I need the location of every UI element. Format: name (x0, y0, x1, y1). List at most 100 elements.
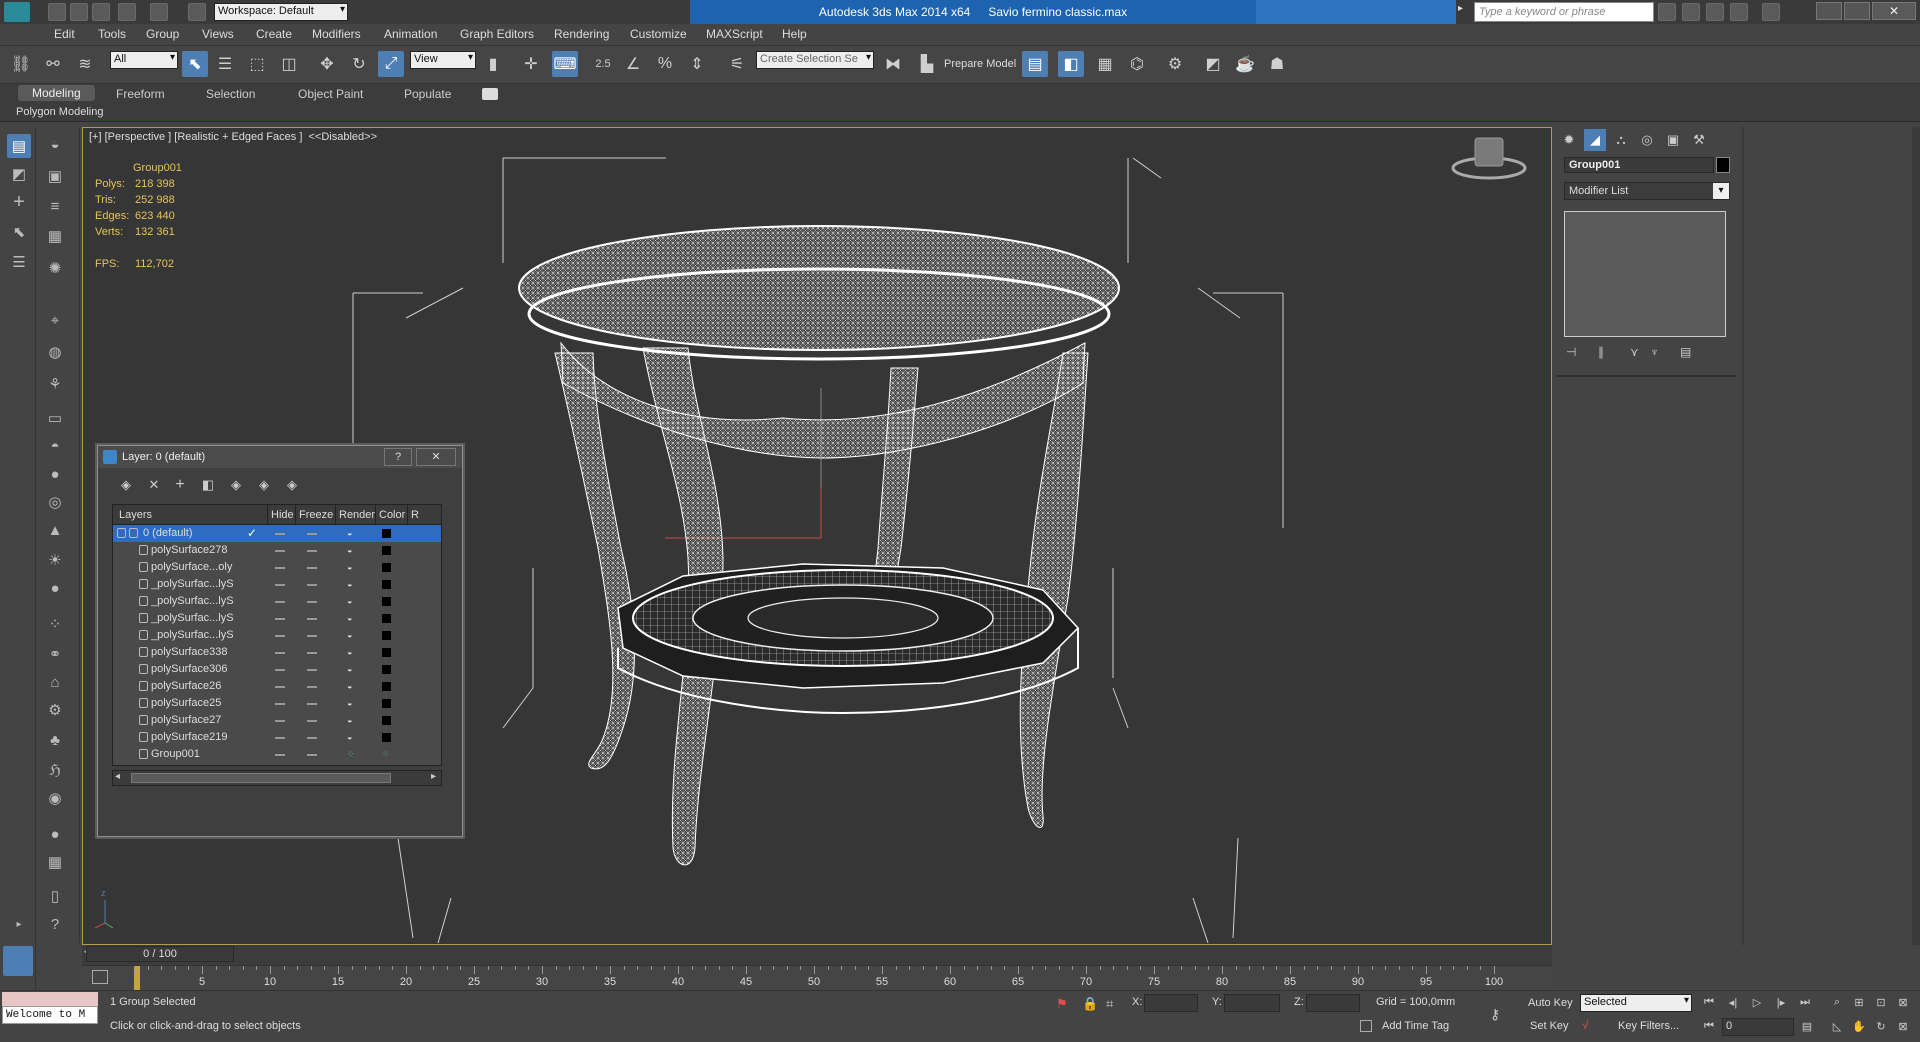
time-configuration-icon[interactable]: ▤ (1798, 1018, 1816, 1034)
infocenter-binoculars-icon[interactable] (1658, 3, 1676, 21)
move-icon[interactable]: ✥ (314, 51, 340, 77)
layer-row[interactable]: polySurface338 ◒ (113, 644, 441, 661)
expand-panel-icon[interactable]: ▸ (7, 912, 31, 936)
horizontal-scrollbar[interactable]: ◂ ▸ (112, 770, 442, 786)
hide-toggle[interactable] (275, 618, 285, 620)
undo-icon[interactable] (118, 3, 136, 21)
freeze-toggle[interactable] (307, 754, 317, 756)
open-file-icon[interactable] (70, 3, 88, 21)
object-color-swatch[interactable] (1716, 157, 1730, 173)
help-circle-icon[interactable]: ? (43, 912, 67, 936)
col-freeze[interactable]: Freeze (299, 509, 333, 521)
layer-row[interactable]: _polySurfac...lyS ◒ (113, 627, 441, 644)
reference-coordinate-dropdown[interactable]: View (410, 51, 476, 69)
ribbon-options-icon[interactable] (482, 88, 498, 100)
menu-modifiers[interactable]: Modifiers (312, 27, 361, 41)
menu-group[interactable]: Group (146, 27, 179, 41)
pan-view-icon[interactable]: ✋ (1850, 1018, 1868, 1034)
menu-maxscript[interactable]: MAXScript (706, 27, 763, 41)
create-plus-icon[interactable]: + (7, 190, 31, 214)
modifier-list-dropdown[interactable]: Modifier List ▾ (1564, 182, 1730, 200)
render-teapot-icon[interactable]: ◒ (347, 528, 357, 538)
modify-list-icon[interactable]: ☰ (7, 250, 31, 274)
angle-snap-icon[interactable]: ∠ (620, 51, 646, 77)
render-teapot-icon[interactable]: ◒ (347, 732, 357, 742)
go-to-end-icon[interactable]: ⏭ (1796, 994, 1814, 1010)
layer-color-swatch[interactable] (382, 648, 391, 657)
maxscript-listener-icon[interactable] (3, 946, 33, 976)
app-logo-icon[interactable] (4, 2, 30, 22)
layer-row[interactable]: polySurface26 ◒ (113, 678, 441, 695)
spacewarp-icon[interactable]: ⌂ (43, 670, 67, 694)
save-file-icon[interactable] (92, 3, 110, 21)
dome-primitive-icon[interactable]: ◓ (43, 434, 67, 458)
pin-stack-icon[interactable]: ⊣ (1566, 345, 1576, 359)
layer-manager-icon[interactable]: ◧ (1058, 51, 1084, 77)
help-icon[interactable] (1762, 3, 1780, 21)
set-key-mode-icon[interactable]: ⚷ (1490, 1006, 1500, 1023)
close-window-button[interactable]: ✕ (1872, 2, 1916, 20)
hide-toggle[interactable] (275, 720, 285, 722)
sphere-primitive-icon[interactable]: ● (43, 462, 67, 486)
hide-toggle[interactable] (275, 550, 285, 552)
cone-primitive-icon[interactable]: ▲ (43, 518, 67, 542)
render-teapot-icon[interactable]: ◒ (347, 630, 357, 640)
expand-arrow-icon[interactable]: ▸ (1458, 3, 1466, 21)
modifier-stack[interactable] (1564, 211, 1726, 337)
coil-icon[interactable]: ◉ (43, 786, 67, 810)
selection-filter-dropdown[interactable]: All (110, 51, 178, 69)
render-teapot-icon[interactable]: ◒ (347, 715, 357, 725)
panel-scrollbar[interactable] (1912, 127, 1920, 945)
absolute-mode-icon[interactable]: ⌗ (1106, 996, 1113, 1012)
mini-curve-editor-icon[interactable] (92, 970, 108, 984)
create-tab-icon[interactable]: ✹ (1558, 129, 1580, 151)
render-teapot-icon[interactable]: ◒ (347, 613, 357, 623)
communication-center-icon[interactable] (1706, 3, 1724, 21)
zoom-icon[interactable]: ⌕ (1828, 994, 1846, 1010)
layer-row[interactable]: _polySurfac...lyS ◒ (113, 593, 441, 610)
ball-icon[interactable]: ● (43, 576, 67, 600)
layer-row-default[interactable]: 0 (default) ✓ ◒ (113, 525, 441, 542)
current-layer-check-icon[interactable]: ✓ (247, 526, 257, 540)
x-coordinate-field[interactable] (1144, 994, 1198, 1012)
freeze-toggle[interactable] (307, 550, 317, 552)
tab-selection[interactable]: Selection (206, 87, 255, 101)
speaker-icon[interactable]: ◍ (43, 340, 67, 364)
selection-lock-icon[interactable]: 🔒 (1082, 996, 1098, 1012)
material-editor-icon[interactable]: ◩ (1200, 51, 1226, 77)
select-by-name-icon[interactable]: ☰ (212, 51, 238, 77)
maxscript-mini-listener[interactable]: Welcome to M (2, 1006, 98, 1024)
menu-tools[interactable]: Tools (98, 27, 126, 41)
hide-toggle[interactable] (275, 703, 285, 705)
freeze-toggle[interactable] (307, 703, 317, 705)
go-to-start-icon[interactable]: ⏮ (1700, 994, 1718, 1010)
y-coordinate-field[interactable] (1224, 994, 1280, 1012)
time-tag-icon[interactable] (1360, 1020, 1372, 1032)
freeze-toggle[interactable] (307, 686, 317, 688)
add-time-tag-button[interactable]: Add Time Tag (1382, 1020, 1449, 1032)
scroll-thumb[interactable] (131, 773, 391, 783)
particles-icon[interactable]: ⁘ (43, 612, 67, 636)
freeze-toggle[interactable] (307, 669, 317, 671)
unlink-icon[interactable]: ⚯ (40, 51, 66, 77)
key-mode-toggle-icon[interactable]: ⏮ (1700, 1018, 1718, 1034)
freeze-toggle[interactable] (307, 533, 317, 535)
rectangular-selection-icon[interactable]: ⬚ (244, 51, 270, 77)
scroll-left-icon[interactable]: ◂ (115, 771, 120, 782)
freeze-toggle[interactable] (307, 584, 317, 586)
render-teapot-icon[interactable]: ◒ (347, 579, 357, 589)
menu-edit[interactable]: Edit (54, 27, 75, 41)
dialog-help-button[interactable]: ? (384, 448, 412, 466)
layer-color-swatch[interactable] (382, 631, 391, 640)
delete-layer-icon[interactable]: ✕ (144, 475, 164, 495)
modify-tab-icon[interactable]: ◢ (1584, 129, 1606, 151)
freeze-toggle[interactable] (307, 720, 317, 722)
configure-sets-icon[interactable]: ▤ (1680, 345, 1691, 359)
hide-toggle[interactable] (275, 533, 285, 535)
menu-create[interactable]: Create (256, 27, 292, 41)
col-hide[interactable]: Hide (271, 509, 294, 521)
layer-row[interactable]: polySurface219 ◒ (113, 729, 441, 746)
layer-row[interactable]: polySurface306 ◒ (113, 661, 441, 678)
freeze-toggle[interactable] (307, 737, 317, 739)
layer-row[interactable]: _polySurfac...lyS ◒ (113, 576, 441, 593)
